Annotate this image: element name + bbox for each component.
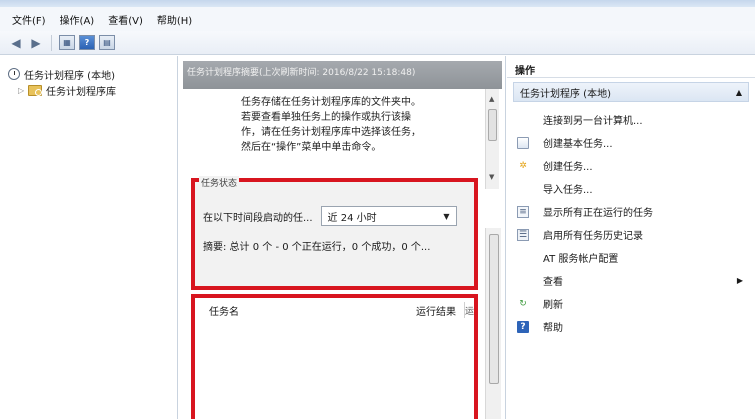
overview-line: 若要查看单独任务上的操作或执行该操: [241, 112, 411, 123]
select-value: 近 24 小时: [327, 212, 377, 224]
collapse-icon[interactable]: ▲: [736, 88, 742, 97]
status-summary: 摘要: 总计 0 个 - 0 个正在运行，0 个成功，0 个...: [203, 242, 431, 253]
action-view[interactable]: 查看 ▶: [513, 269, 749, 292]
console-tree-icon[interactable]: ▦: [59, 35, 75, 50]
calendar-icon: [517, 136, 529, 149]
overview-text: 任务存储在任务计划程序库的文件夹中。 若要查看单独任务上的操作或执行该操 作，请…: [183, 89, 483, 189]
action-label: 查看: [543, 277, 563, 288]
back-arrow-icon[interactable]: ◀: [8, 35, 24, 51]
forward-arrow-icon[interactable]: ▶: [28, 35, 44, 51]
tree-item-label: 任务计划程序库: [46, 86, 116, 98]
actions-title: 操作: [507, 56, 755, 78]
action-label: 帮助: [543, 323, 563, 334]
filter-label: 在以下时间段启动的任...: [203, 212, 313, 224]
overview-line: 任务存储在任务计划程序库的文件夹中。: [241, 97, 421, 108]
menu-action[interactable]: 操作(A): [60, 12, 95, 27]
scroll-thumb[interactable]: [489, 234, 499, 384]
column-task-name[interactable]: 任务名: [195, 303, 390, 318]
chevron-down-icon: ▼: [443, 211, 450, 221]
wand-icon: ✲: [519, 160, 527, 171]
task-scheduler-window: 文件(F) 操作(A) 查看(V) 帮助(H) ◀ ▶ ▦ ? ▤ 任务计划程序…: [0, 0, 755, 419]
section-title: 任务状态: [199, 176, 240, 189]
action-label: 导入任务...: [543, 185, 593, 196]
action-help[interactable]: ? 帮助: [513, 315, 749, 338]
summary-header: 任务计划程序摘要(上次刷新时间: 2016/8/22 15:18:48): [183, 61, 502, 89]
action-import-task[interactable]: 导入任务...: [513, 177, 749, 200]
action-label: 创建任务...: [543, 162, 593, 173]
active-tasks-section: 任务名 运行结果 运: [191, 294, 478, 419]
action-create-task[interactable]: ✲ 创建任务...: [513, 154, 749, 177]
toolbar: ◀ ▶ ▦ ? ▤: [0, 31, 755, 55]
column-run-result[interactable]: 运行结果: [390, 303, 464, 318]
tree-item-scheduler-local[interactable]: 任务计划程序 (本地): [0, 66, 177, 82]
action-pane-icon[interactable]: ▤: [99, 35, 115, 50]
menu-view[interactable]: 查看(V): [108, 12, 143, 27]
history-icon: ☰: [517, 228, 529, 241]
task-status-section: 任务状态 在以下时间段启动的任... 近 24 小时 ▼ 摘要: 总计 0 个 …: [191, 176, 478, 290]
summary-pane: 任务计划程序摘要(上次刷新时间: 2016/8/22 15:18:48) 任务存…: [179, 56, 506, 419]
summary-scrollbar[interactable]: [485, 228, 501, 419]
toolbar-divider: [51, 34, 52, 51]
help-toolbar-icon[interactable]: ?: [79, 35, 95, 50]
scroll-down-icon[interactable]: ▼: [489, 173, 494, 181]
action-label: AT 服务帐户配置: [543, 254, 619, 265]
column-run-truncated[interactable]: 运: [465, 304, 474, 317]
overview-line: 然后在“操作”菜单中单击命令。: [241, 142, 382, 153]
overview-scrollbar[interactable]: ▲ ▼: [485, 89, 499, 189]
folder-icon: [28, 84, 42, 96]
menu-bar: 文件(F) 操作(A) 查看(V) 帮助(H): [0, 7, 755, 31]
action-list: 连接到另一台计算机... 创建基本任务... ✲ 创建任务... 导入任务...…: [513, 108, 749, 338]
action-show-running-tasks[interactable]: ≡ 显示所有正在运行的任务: [513, 200, 749, 223]
actions-group-header[interactable]: 任务计划程序 (本地) ▲: [513, 82, 749, 102]
scroll-up-icon[interactable]: ▲: [489, 95, 494, 103]
action-connect-computer[interactable]: 连接到另一台计算机...: [513, 108, 749, 131]
action-enable-history[interactable]: ☰ 启用所有任务历史记录: [513, 223, 749, 246]
navigation-tree: 任务计划程序 (本地) ▷ 任务计划程序库: [0, 56, 178, 419]
menu-file[interactable]: 文件(F): [12, 12, 46, 27]
action-label: 连接到另一台计算机...: [543, 116, 643, 127]
submenu-arrow-icon: ▶: [736, 276, 743, 285]
menu-help[interactable]: 帮助(H): [157, 12, 192, 27]
action-refresh[interactable]: ↻ 刷新: [513, 292, 749, 315]
action-label: 创建基本任务...: [543, 139, 613, 150]
action-at-service-config[interactable]: AT 服务帐户配置: [513, 246, 749, 269]
expand-arrow-icon[interactable]: ▷: [18, 86, 26, 95]
overview-line: 作，请在任务计划程序库中选择该任务，: [241, 127, 421, 138]
list-icon: ≡: [517, 205, 529, 218]
help-icon: ?: [517, 320, 529, 333]
time-range-select[interactable]: 近 24 小时 ▼: [320, 206, 457, 226]
scroll-thumb[interactable]: [488, 109, 497, 141]
action-label: 启用所有任务历史记录: [543, 231, 643, 242]
title-bar: [0, 0, 755, 7]
tree-item-scheduler-library[interactable]: ▷ 任务计划程序库: [0, 82, 177, 98]
tree-item-label: 任务计划程序 (本地): [24, 70, 115, 82]
task-table-header: 任务名 运行结果 运: [195, 298, 474, 322]
action-label: 显示所有正在运行的任务: [543, 208, 653, 219]
filter-row: 在以下时间段启动的任... 近 24 小时 ▼: [203, 206, 457, 226]
clock-icon: [8, 68, 20, 80]
refresh-icon: ↻: [519, 298, 527, 309]
group-label: 任务计划程序 (本地): [520, 88, 611, 100]
actions-pane: 操作 任务计划程序 (本地) ▲ 连接到另一台计算机... 创建基本任务... …: [507, 56, 755, 419]
action-create-basic-task[interactable]: 创建基本任务...: [513, 131, 749, 154]
action-label: 刷新: [543, 300, 563, 311]
